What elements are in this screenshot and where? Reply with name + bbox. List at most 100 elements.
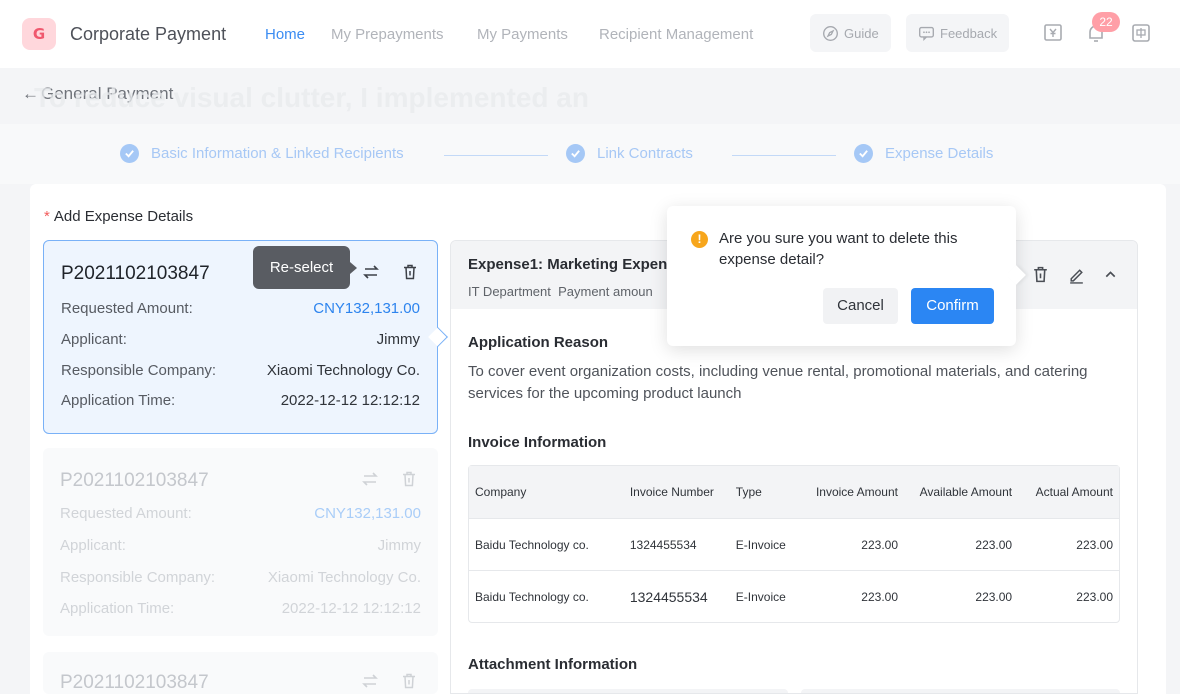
feedback-icon bbox=[919, 26, 934, 41]
swap-icon[interactable] bbox=[361, 470, 379, 488]
top-bar: G Corporate Payment Home My Prepayments … bbox=[0, 0, 1180, 68]
step-expense-details[interactable]: Expense Details bbox=[854, 144, 993, 163]
card-application-id: P2021102103847 bbox=[60, 672, 209, 693]
col-invoice-number: Invoice Number bbox=[623, 466, 730, 518]
card-time-row: Application Time: 2022-12-12 12:12:12 bbox=[60, 600, 421, 617]
check-circle-icon bbox=[120, 144, 139, 163]
nav-home[interactable]: Home bbox=[265, 26, 305, 43]
expense-payment-label: Payment amoun bbox=[558, 284, 653, 299]
cell-available-amount: 223.00 bbox=[904, 518, 1019, 570]
invoice-title: Invoice Information bbox=[468, 434, 607, 451]
card-application-id: P2021102103847 bbox=[60, 470, 209, 491]
applicant-value: Jimmy bbox=[377, 537, 421, 554]
expense-card[interactable]: P2021102103847 bbox=[43, 652, 438, 694]
step-basic-information[interactable]: Basic Information & Linked Recipients bbox=[120, 144, 404, 163]
expense-card[interactable]: P2021102103847 Requested Amount: CNY132,1… bbox=[43, 448, 438, 636]
col-invoice-amount: Invoice Amount bbox=[801, 466, 904, 518]
feedback-button[interactable]: Feedback bbox=[906, 14, 1010, 52]
time-value: 2022-12-12 12:12:12 bbox=[281, 600, 421, 617]
reason-title: Application Reason bbox=[468, 334, 609, 351]
col-available-amount: Available Amount bbox=[904, 466, 1019, 518]
applicant-value: Jimmy bbox=[376, 331, 420, 348]
cell-actual-amount: 223.00 bbox=[1018, 570, 1119, 622]
section-title: * Add Expense Details bbox=[44, 208, 193, 225]
cell-available-amount: 223.00 bbox=[904, 570, 1019, 622]
feedback-label: Feedback bbox=[940, 25, 998, 41]
cell-invoice-number: 1324455534 bbox=[623, 570, 730, 622]
app-logo: G bbox=[22, 18, 56, 50]
nav-my-payments[interactable]: My Payments bbox=[477, 26, 568, 43]
cell-company: Baidu Technology co. bbox=[469, 518, 624, 570]
card-company-row: Responsible Company: Xiaomi Technology Co… bbox=[60, 569, 421, 586]
attachment-item[interactable] bbox=[468, 689, 788, 693]
col-company: Company bbox=[469, 466, 624, 518]
step-connector bbox=[732, 155, 836, 156]
cell-invoice-number: 1324455534 bbox=[623, 518, 730, 570]
confirm-button[interactable]: Confirm bbox=[911, 288, 994, 324]
check-circle-icon bbox=[566, 144, 585, 163]
step-link-contracts[interactable]: Link Contracts bbox=[566, 144, 693, 163]
chevron-up-icon[interactable] bbox=[1101, 265, 1120, 284]
table-row: Baidu Technology co. 1324455534 E-Invoic… bbox=[469, 570, 1119, 622]
requested-amount: CNY132,131.00 bbox=[314, 505, 421, 522]
reason-text: To cover event organization costs, inclu… bbox=[468, 363, 1088, 402]
back-link[interactable]: ← General Payment bbox=[22, 84, 173, 104]
company-value: Xiaomi Technology Co. bbox=[267, 569, 421, 586]
trash-icon[interactable] bbox=[401, 263, 419, 281]
trash-icon[interactable] bbox=[1031, 265, 1050, 284]
nav-my-prepayments[interactable]: My Prepayments bbox=[331, 26, 444, 43]
cell-actual-amount: 223.00 bbox=[1018, 518, 1119, 570]
trash-icon[interactable] bbox=[400, 672, 418, 690]
warning-icon: ! bbox=[691, 231, 708, 248]
reselect-tooltip: Re-select bbox=[253, 246, 357, 289]
logo-glyph: G bbox=[32, 25, 46, 43]
field-label: Responsible Company: bbox=[61, 362, 217, 379]
col-type: Type bbox=[729, 466, 802, 518]
field-label: Applicant: bbox=[60, 537, 126, 554]
cell-invoice-amount: 223.00 bbox=[801, 570, 904, 622]
edit-icon[interactable] bbox=[1067, 265, 1086, 284]
card-application-id: P2021102103847 bbox=[61, 263, 210, 284]
app-title: Corporate Payment bbox=[70, 24, 227, 44]
language-icon[interactable] bbox=[1130, 22, 1152, 44]
delete-confirm-popover: ! Are you sure you want to delete this e… bbox=[667, 206, 1016, 346]
trash-icon[interactable] bbox=[400, 470, 418, 488]
field-label: Applicant: bbox=[61, 331, 127, 348]
page-title: General Payment bbox=[41, 84, 174, 103]
compass-icon bbox=[823, 25, 838, 41]
cancel-button[interactable]: Cancel bbox=[823, 288, 898, 324]
step-label: Expense Details bbox=[885, 145, 994, 162]
expense-department: IT Department bbox=[468, 284, 551, 299]
cell-type: E-Invoice bbox=[729, 570, 802, 622]
table-header-row: Company Invoice Number Type Invoice Amou… bbox=[469, 466, 1119, 518]
card-company-row: Responsible Company: Xiaomi Technology Co… bbox=[61, 362, 420, 379]
step-bar: Basic Information & Linked Recipients Li… bbox=[0, 124, 1180, 184]
expense-title: Expense1: Marketing Expen bbox=[468, 256, 668, 273]
section-title-text: Add Expense Details bbox=[53, 208, 194, 225]
field-label: Responsible Company: bbox=[60, 569, 216, 586]
check-circle-icon bbox=[854, 144, 873, 163]
expense-card-selected[interactable]: P2021102103847 Requested Amount: CNY132,1… bbox=[43, 240, 448, 434]
step-label: Basic Information & Linked Recipients bbox=[151, 145, 404, 162]
cell-company: Baidu Technology co. bbox=[469, 570, 624, 622]
time-value: 2022-12-12 12:12:12 bbox=[280, 392, 420, 409]
notification-badge: 22 bbox=[1092, 12, 1120, 32]
table-row: Baidu Technology co. 1324455534 E-Invoic… bbox=[469, 518, 1119, 570]
company-value: Xiaomi Technology Co. bbox=[266, 362, 420, 379]
col-actual-amount: Actual Amount bbox=[1018, 466, 1119, 518]
swap-icon[interactable] bbox=[361, 672, 379, 690]
cell-invoice-amount: 223.00 bbox=[801, 518, 904, 570]
swap-icon[interactable] bbox=[362, 263, 380, 281]
requested-amount: CNY132,131.00 bbox=[313, 300, 420, 317]
card-applicant-row: Applicant: Jimmy bbox=[61, 331, 420, 348]
cell-type: E-Invoice bbox=[729, 518, 802, 570]
nav-recipient-management[interactable]: Recipient Management bbox=[599, 26, 753, 43]
invoice-table: Company Invoice Number Type Invoice Amou… bbox=[468, 465, 1120, 623]
step-label: Link Contracts bbox=[597, 145, 693, 162]
confirm-message: Are you sure you want to delete this exp… bbox=[719, 230, 958, 268]
guide-button[interactable]: Guide bbox=[810, 14, 891, 52]
card-requested-row: Requested Amount: CNY132,131.00 bbox=[61, 300, 420, 317]
attachment-item[interactable] bbox=[801, 689, 1120, 693]
wallet-icon[interactable] bbox=[1042, 22, 1064, 44]
card-time-row: Application Time: 2022-12-12 12:12:12 bbox=[61, 392, 420, 409]
